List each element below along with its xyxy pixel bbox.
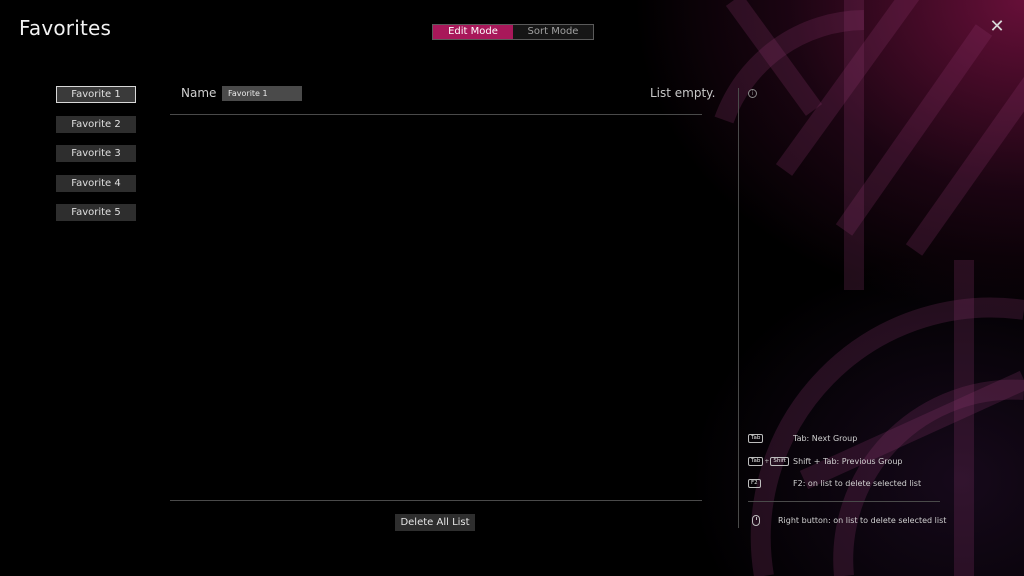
tab-key-icon: Tab [748, 434, 764, 443]
tab-key-icon: Tab [748, 457, 764, 466]
favorite-item-3[interactable]: Favorite 3 [56, 145, 136, 163]
mode-switch: Edit Mode Sort Mode [432, 24, 594, 40]
help-row-previous-group: Tab + Shift Shift + Tab: Previous Group [748, 457, 902, 466]
mouse-icon [752, 515, 760, 526]
delete-all-list-button[interactable]: Delete All List [395, 514, 475, 531]
help-text: Shift + Tab: Previous Group [793, 457, 903, 466]
shift-key-icon: Shift [770, 457, 789, 466]
favorite-item-2[interactable]: Favorite 2 [56, 115, 136, 133]
list-top-divider [170, 114, 702, 115]
favorite-list-area[interactable] [170, 116, 702, 498]
close-icon: ✕ [989, 16, 1005, 37]
help-row-right-click-delete: Right button: on list to delete selected… [748, 515, 946, 526]
help-row-f2-delete: F2 F2: on list to delete selected list [748, 479, 921, 488]
name-label: Name [181, 86, 217, 100]
help-panel-divider [738, 88, 739, 528]
favorite-item-5[interactable]: Favorite 5 [56, 204, 136, 222]
help-text: Tab: Next Group [793, 434, 858, 443]
favorite-item-1[interactable]: Favorite 1 [56, 86, 136, 103]
plus-icon: + [764, 458, 770, 465]
f2-key-icon: F2 [748, 479, 761, 488]
list-status-text: List empty. [650, 86, 716, 100]
name-input[interactable] [222, 86, 302, 101]
edit-mode-button[interactable]: Edit Mode [433, 25, 513, 39]
help-row-next-group: Tab Tab: Next Group [748, 434, 857, 443]
background-logo-decoration [714, 0, 1024, 576]
sort-mode-button[interactable]: Sort Mode [513, 25, 593, 39]
help-section-divider [748, 501, 940, 502]
page-title: Favorites [19, 16, 112, 40]
help-text: F2: on list to delete selected list [793, 479, 922, 488]
list-bottom-divider [170, 500, 702, 501]
info-icon[interactable]: i [748, 89, 757, 98]
favorite-item-4[interactable]: Favorite 4 [56, 174, 136, 192]
favorites-list: Favorite 1 Favorite 2 Favorite 3 Favorit… [56, 86, 136, 234]
close-button[interactable]: ✕ [987, 17, 1007, 37]
help-text: Right button: on list to delete selected… [778, 516, 947, 525]
